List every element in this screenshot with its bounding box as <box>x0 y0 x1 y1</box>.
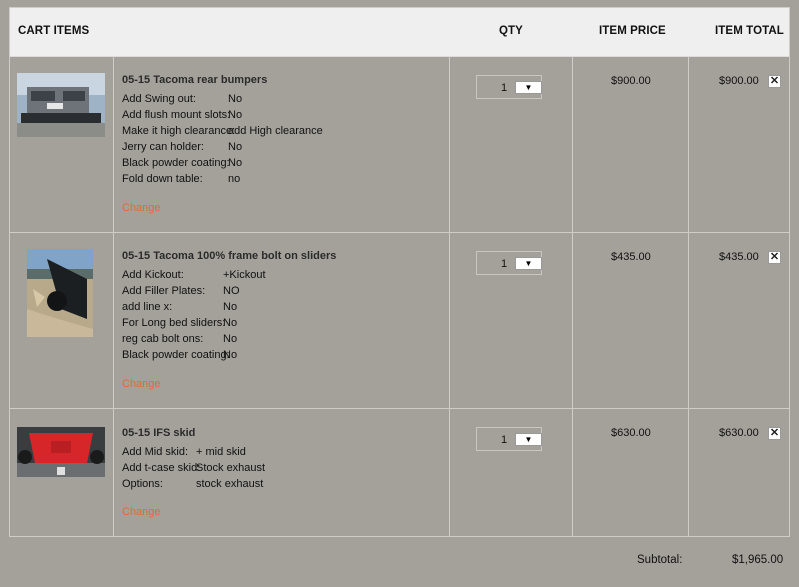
close-icon[interactable]: ✕ <box>768 427 781 440</box>
header-cart-items: CART ITEMS <box>18 25 90 37</box>
header-item-price: ITEM PRICE <box>599 25 666 37</box>
option-key: Fold down table: <box>122 173 203 185</box>
option-value: No <box>223 349 238 361</box>
product-name[interactable]: 05-15 Tacoma rear bumpers <box>122 74 267 86</box>
item-price: $435.00 <box>611 251 651 263</box>
cart-row: 05-15 Tacoma 100% frame bolt on sliders … <box>9 233 790 409</box>
option-key: Add Kickout: <box>122 269 184 281</box>
option-value: add High clearance <box>228 125 323 137</box>
option-value: No <box>223 333 238 345</box>
option-value: +Kickout <box>223 269 266 281</box>
option-key: For Long bed sliders: <box>122 317 226 329</box>
subtotal-label: Subtotal: <box>637 554 683 566</box>
option-key: Options: <box>122 478 163 490</box>
change-link[interactable]: Change <box>122 506 161 518</box>
option-key: Black powder coating: <box>122 157 230 169</box>
option-value: no <box>228 173 241 185</box>
product-name[interactable]: 05-15 IFS skid <box>122 427 195 439</box>
option-key: Black powder coating: <box>122 349 230 361</box>
cart-table: CART ITEMS QTY ITEM PRICE ITEM TOTAL 05-… <box>9 7 790 537</box>
change-link[interactable]: Change <box>122 202 161 214</box>
product-name[interactable]: 05-15 Tacoma 100% frame bolt on sliders <box>122 250 336 262</box>
option-key: Add Mid skid: <box>122 446 189 458</box>
product-image[interactable] <box>27 249 93 337</box>
close-icon[interactable]: ✕ <box>768 251 781 264</box>
chevron-down-icon[interactable]: ▼ <box>515 433 542 446</box>
option-key: Jerry can holder: <box>122 141 204 153</box>
column-divider <box>688 57 689 536</box>
item-total: $435.00 <box>719 251 759 263</box>
option-value: + mid skid <box>196 446 246 458</box>
quantity-value: 1 <box>501 258 508 270</box>
header-qty: QTY <box>499 25 523 37</box>
option-value: NO <box>223 285 240 297</box>
option-value: No <box>228 109 243 121</box>
cart-header: CART ITEMS QTY ITEM PRICE ITEM TOTAL <box>9 7 790 57</box>
option-value: No <box>228 141 243 153</box>
quantity-value: 1 <box>501 82 508 94</box>
column-divider <box>113 57 114 536</box>
quantity-select[interactable]: 1 ▼ <box>476 427 542 451</box>
option-value: No <box>228 157 243 169</box>
product-image[interactable] <box>17 73 105 137</box>
option-value: No <box>228 93 243 105</box>
quantity-value: 1 <box>501 434 508 446</box>
subtotal-value: $1,965.00 <box>732 554 784 566</box>
change-link[interactable]: Change <box>122 378 161 390</box>
item-price: $900.00 <box>611 75 651 87</box>
option-value: stock exhaust <box>196 478 264 490</box>
header-item-total: ITEM TOTAL <box>715 25 784 37</box>
item-total: $900.00 <box>719 75 759 87</box>
quantity-select[interactable]: 1 ▼ <box>476 75 542 99</box>
option-key: Add t-case skid: <box>122 462 201 474</box>
quantity-select[interactable]: 1 ▼ <box>476 251 542 275</box>
chevron-down-icon[interactable]: ▼ <box>515 257 542 270</box>
cart-row: 05-15 IFS skid Add Mid skid: + mid skid A… <box>9 409 790 537</box>
chevron-down-icon[interactable]: ▼ <box>515 81 542 94</box>
option-key: Add flush mount slots: <box>122 109 231 121</box>
cart-row: 05-15 Tacoma rear bumpers Add Swing out:… <box>9 57 790 233</box>
item-price: $630.00 <box>611 427 651 439</box>
product-image[interactable] <box>17 427 105 477</box>
column-divider <box>449 57 450 536</box>
option-key: Make it high clearance: <box>122 125 236 137</box>
column-divider <box>572 57 573 536</box>
option-key: add line x: <box>122 301 173 313</box>
close-icon[interactable]: ✕ <box>768 75 781 88</box>
option-value: No <box>223 317 238 329</box>
option-value: No <box>223 301 238 313</box>
option-key: Add Filler Plates: <box>122 285 206 297</box>
option-key: Add Swing out: <box>122 93 196 105</box>
option-value: Stock exhaust <box>196 462 266 474</box>
option-key: reg cab bolt ons: <box>122 333 204 345</box>
item-total: $630.00 <box>719 427 759 439</box>
